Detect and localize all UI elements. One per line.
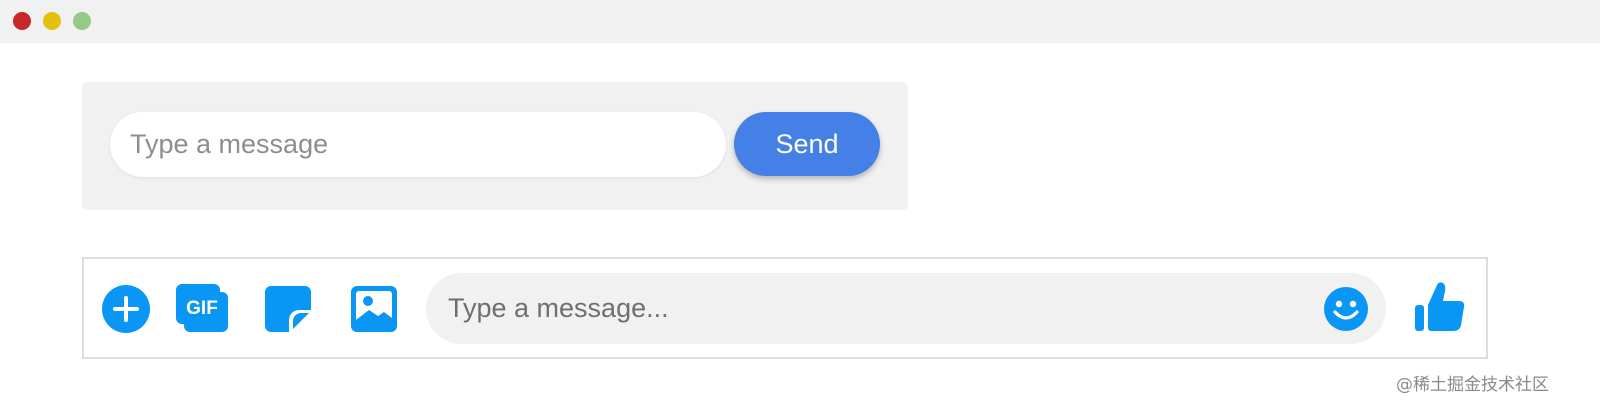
- watermark-text: @稀土掘金技术社区: [1396, 375, 1549, 395]
- close-window-button[interactable]: [13, 12, 31, 30]
- window-titlebar: [0, 0, 1600, 43]
- gif-text: GIF: [186, 298, 218, 319]
- message-input[interactable]: [448, 273, 1308, 344]
- send-button[interactable]: Send: [734, 112, 880, 176]
- sticker-icon[interactable]: [265, 286, 311, 332]
- gif-icon[interactable]: GIF: [176, 284, 228, 332]
- thumbs-up-icon[interactable]: [1415, 281, 1465, 333]
- messenger-composer: GIF: [82, 257, 1488, 359]
- maximize-window-button[interactable]: [73, 12, 91, 30]
- message-input[interactable]: [110, 112, 726, 177]
- image-icon[interactable]: [351, 286, 397, 332]
- emoji-icon[interactable]: [1324, 287, 1368, 331]
- minimize-window-button[interactable]: [43, 12, 61, 30]
- plus-icon[interactable]: [102, 285, 150, 333]
- simple-message-composer: Send: [82, 82, 908, 210]
- messenger-input-pill: [426, 273, 1386, 344]
